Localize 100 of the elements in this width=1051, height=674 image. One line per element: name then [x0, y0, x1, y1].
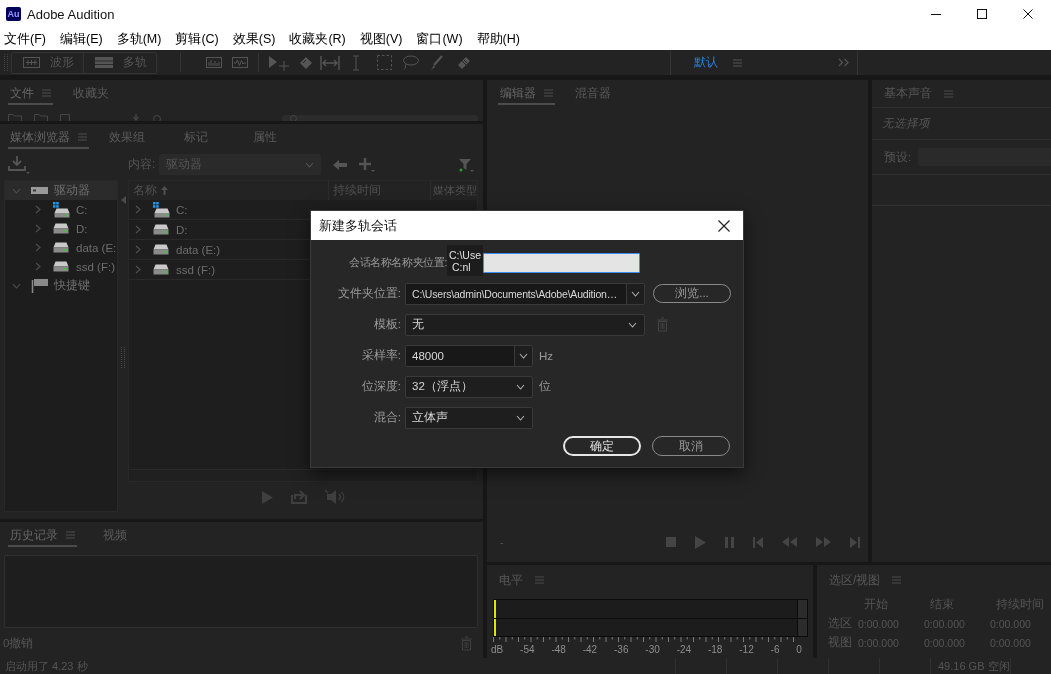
flag-icon — [31, 278, 48, 293]
chevron-down-icon[interactable] — [631, 290, 640, 297]
drive-icon — [31, 187, 48, 194]
workspace-tab[interactable]: 默认 — [694, 54, 718, 71]
text-field[interactable] — [482, 252, 640, 273]
skip-forward-icon[interactable] — [850, 536, 860, 548]
field-label: 采样率: — [360, 348, 401, 363]
chevron-right-icon[interactable] — [35, 262, 41, 271]
menu-item[interactable]: 收藏夹(R) — [282, 30, 353, 48]
chevron-right-icon[interactable] — [35, 243, 41, 252]
dialog-button[interactable]: 确定 — [563, 436, 641, 456]
sort-arrow-icon — [161, 186, 168, 195]
grip-icon — [3, 53, 9, 72]
scale-label: 0 — [796, 644, 802, 655]
chevron-down-icon — [305, 161, 315, 168]
field-label: 文件夹位置: — [336, 286, 401, 301]
spectrum-icon[interactable] — [206, 57, 222, 68]
menu-item[interactable]: 效果(S) — [225, 30, 283, 48]
menu-item[interactable]: 多轨(M) — [109, 30, 169, 48]
chevrons-right-icon[interactable] — [838, 58, 849, 67]
panel-tab[interactable]: 历史记录 — [8, 525, 77, 547]
chevron-right-icon[interactable] — [135, 245, 141, 254]
clip-indicator[interactable] — [798, 600, 807, 618]
panel-tab[interactable]: 媒体浏览器 — [8, 127, 89, 149]
skip-back-icon[interactable] — [753, 536, 763, 548]
drive-icon — [53, 201, 70, 218]
chevron-down-icon — [628, 321, 637, 328]
search-field[interactable] — [282, 115, 478, 121]
tree-item[interactable]: C: — [5, 200, 117, 219]
chevron-right-icon[interactable] — [35, 205, 41, 214]
menu-item[interactable]: 帮助(H) — [469, 30, 527, 48]
stop-icon[interactable] — [666, 537, 676, 547]
folder-icon[interactable] — [8, 114, 22, 121]
plus-icon[interactable] — [359, 157, 376, 172]
pause-icon[interactable] — [725, 536, 734, 548]
time-display: - — [500, 536, 504, 548]
marquee-icon[interactable] — [377, 55, 392, 70]
grip-icon[interactable] — [120, 347, 126, 369]
menu-item[interactable]: 剪辑(C) — [168, 30, 226, 48]
menu-item[interactable]: 视图(V) — [352, 30, 410, 48]
play-icon[interactable] — [261, 490, 273, 504]
menu-item[interactable]: 编辑(E) — [52, 30, 110, 48]
search-icon — [290, 115, 297, 121]
tree-item[interactable]: 驱动器 — [5, 181, 117, 200]
combo-box[interactable]: C:\Users\admin\Documents\Adobe\Audition… — [405, 282, 645, 305]
menu-item[interactable]: 窗口(W) — [409, 30, 470, 48]
text-cursor-icon[interactable] — [352, 54, 360, 71]
menu-item[interactable]: 文件(F) — [0, 30, 53, 48]
scale-label: -24 — [676, 644, 692, 655]
chevron-right-icon[interactable] — [35, 224, 41, 233]
arrow-down-icon[interactable] — [132, 114, 140, 121]
razor-icon[interactable] — [298, 54, 314, 71]
filter-icon[interactable] — [458, 157, 474, 172]
scale-label: dB — [491, 644, 504, 655]
trash-icon[interactable] — [461, 636, 472, 650]
panel-tab[interactable]: 文件 — [8, 83, 53, 105]
drive-icon — [153, 224, 169, 235]
rewind-icon[interactable] — [782, 537, 797, 547]
chevron-right-icon[interactable] — [135, 225, 141, 234]
menu-icon[interactable] — [733, 58, 742, 67]
clip-indicator[interactable] — [798, 618, 807, 636]
scale-label: -36 — [614, 644, 629, 655]
tree-item[interactable]: ssd (F:) — [5, 257, 117, 276]
app-logo: Au — [6, 7, 21, 21]
chevron-down-icon — [516, 383, 525, 390]
close-icon — [718, 219, 730, 232]
folder-icon[interactable] — [34, 114, 48, 121]
close-icon — [1023, 9, 1033, 19]
back-arrow-icon[interactable] — [333, 159, 348, 170]
fast-forward-icon[interactable] — [816, 537, 831, 547]
tree-item[interactable]: 快捷键 — [5, 276, 117, 295]
tree-item[interactable]: data (E: — [5, 238, 117, 257]
play-icon[interactable] — [695, 535, 706, 549]
bandage-icon[interactable] — [456, 55, 471, 70]
chevron-right-icon[interactable] — [135, 205, 141, 214]
chevron-down-icon[interactable] — [519, 352, 528, 359]
brush-icon[interactable] — [429, 54, 443, 71]
drive-icon — [53, 242, 69, 253]
lasso-icon[interactable] — [402, 55, 419, 70]
combo-box[interactable]: 48000 — [405, 344, 533, 367]
waveform-view-icon[interactable] — [232, 57, 248, 68]
time-selection-icon[interactable] — [320, 55, 340, 70]
drive-icon — [153, 244, 169, 255]
dropdown[interactable]: 32（浮点） — [405, 375, 533, 398]
scale-label: -12 — [739, 644, 754, 655]
scale-label: -18 — [707, 644, 723, 655]
dropdown[interactable]: 无 — [405, 313, 645, 336]
move-tool-icon[interactable] — [268, 54, 290, 71]
chevron-right-icon[interactable] — [135, 265, 141, 274]
dropdown[interactable]: 立体声 — [405, 406, 533, 429]
minimize-icon — [931, 13, 941, 15]
download-icon[interactable] — [8, 155, 30, 174]
collapse-arrow-icon[interactable] — [120, 196, 126, 204]
unit-label: 位 — [539, 379, 551, 394]
export-icon[interactable] — [290, 490, 307, 504]
tree-item[interactable]: D: — [5, 219, 117, 238]
speaker-icon[interactable] — [324, 490, 345, 504]
field-label: 混合: — [372, 410, 401, 425]
waveform-icon — [23, 57, 40, 68]
window-title: Adobe Audition — [27, 6, 115, 22]
